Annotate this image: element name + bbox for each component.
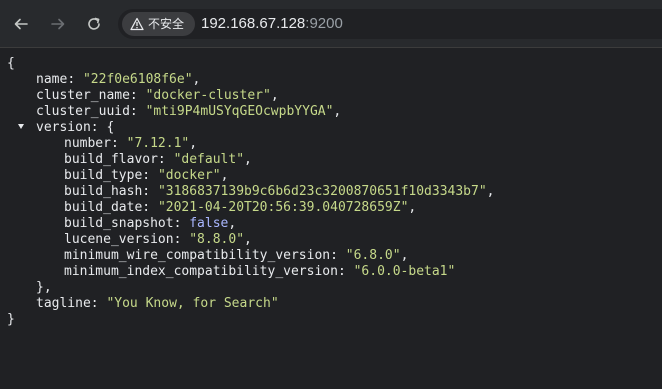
json-close-brace-version: }, [36,280,52,295]
json-entry-build-hash: build_hash: "3186837139b9c6b6d23c3200870… [64,184,495,199]
json-key: name [36,72,68,87]
json-value: false [189,216,229,231]
json-value: "6.8.0" [345,248,401,263]
arrow-left-icon [14,18,28,30]
json-value: "2021-04-20T20:56:39.040728659Z" [157,200,409,215]
json-entry-build-date: build_date: "2021-04-20T20:56:39.0407286… [64,200,417,215]
json-value: "docker-cluster" [145,88,271,103]
json-entry-lucene-version: lucene_version: "8.8.0", [64,232,252,247]
json-key: cluster_name [36,88,130,103]
json-entry-cluster-uuid: cluster_uuid: "mti9P4mUSYqGEOcwpbYYGA", [36,104,342,119]
json-entry-name: name: "22f0e6108f6e", [36,72,201,87]
json-key: cluster_uuid [36,104,130,119]
json-key: build_flavor [64,152,158,167]
json-key: build_snapshot [64,216,174,231]
json-entry-version[interactable]: version: { [36,120,114,136]
forward-button[interactable] [46,12,70,36]
reload-button[interactable] [82,12,106,36]
json-close-brace: } [7,312,15,327]
triangle-down-icon [18,124,24,129]
json-key: tagline [36,296,91,311]
json-entry-min-index-compat: minimum_index_compatibility_version: "6.… [64,264,456,279]
json-entry-build-type: build_type: "docker", [64,168,229,183]
url-port: :9200 [305,15,343,32]
address-bar[interactable]: 不安全 192.168.67.128:9200 [118,9,662,39]
json-open-brace: { [106,120,115,135]
json-entry-tagline: tagline: "You Know, for Search" [36,296,279,311]
reload-icon [88,17,100,30]
collapse-toggle[interactable] [0,120,40,136]
json-value: "6.0.0-beta1" [353,264,456,279]
json-value: "7.12.1" [126,136,190,151]
json-value: "22f0e6108f6e" [82,72,193,87]
json-value: "3186837139b9c6b6d23c3200870651f10d3343b… [157,184,487,199]
warning-icon [130,17,144,31]
json-value: "8.8.0" [189,232,245,247]
json-entry-build-flavor: build_flavor: "default", [64,152,252,167]
browser-toolbar: 不安全 192.168.67.128:9200 [0,0,662,48]
back-button[interactable] [9,12,33,36]
json-key: version [36,120,91,135]
url-text[interactable]: 192.168.67.128:9200 [201,16,343,32]
json-key: minimum_wire_compatibility_version [64,248,331,263]
browser-window: 不安全 192.168.67.128:9200 { name: "22f0e61… [0,0,662,389]
json-value: "You Know, for Search" [106,296,279,311]
json-viewer: { name: "22f0e6108f6e", cluster_name: "d… [0,49,662,389]
json-key: number [64,136,111,151]
security-label: 不安全 [148,17,185,31]
json-entry-build-snapshot: build_snapshot: false, [64,216,237,231]
json-open-brace: { [7,56,15,71]
json-entry-cluster-name: cluster_name: "docker-cluster", [36,88,279,103]
json-value: "default" [173,152,245,167]
json-key: build_date [64,200,143,215]
json-key: build_hash [64,184,143,199]
url-host: 192.168.67.128 [201,15,306,32]
json-entry-min-wire-compat: minimum_wire_compatibility_version: "6.8… [64,248,409,263]
json-entry-number: number: "7.12.1", [64,136,198,151]
json-value: "mti9P4mUSYqGEOcwpbYYGA" [145,104,334,119]
json-key: build_type [64,168,143,183]
json-value: "docker" [157,168,221,183]
json-key: lucene_version [64,232,174,247]
json-key: minimum_index_compatibility_version [64,264,338,279]
security-chip[interactable]: 不安全 [122,12,195,36]
arrow-right-icon [51,18,65,30]
